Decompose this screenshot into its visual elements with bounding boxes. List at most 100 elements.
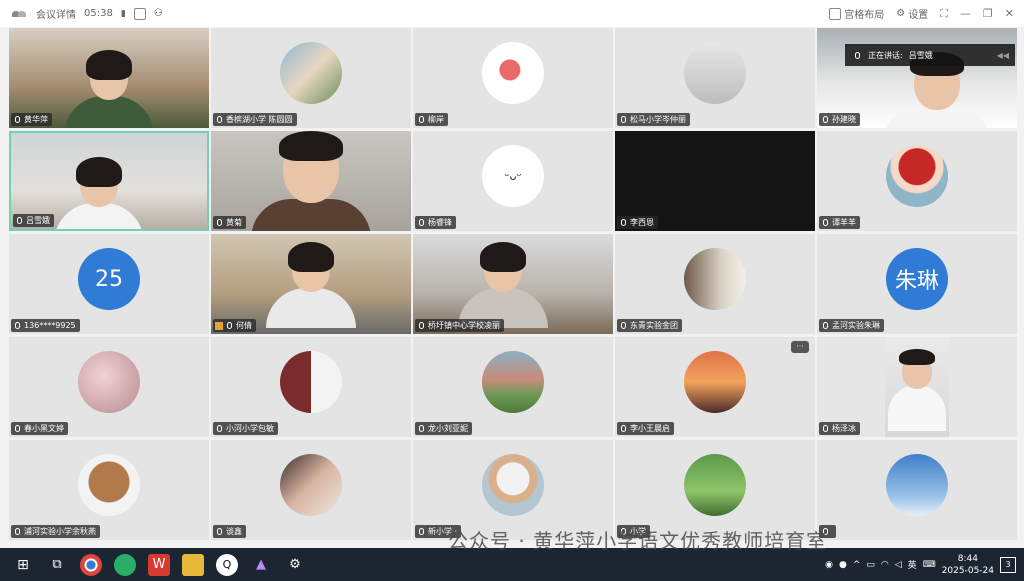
participant-tile[interactable]: 松马小学岑仲丽 (615, 28, 815, 128)
chrome-icon[interactable] (80, 553, 102, 576)
tray-wechat-icon[interactable]: ● (839, 560, 847, 570)
settings-gear-icon[interactable]: ⚙ (284, 554, 306, 576)
participant-name-tag: 黄菊 (213, 216, 246, 229)
participant-tile[interactable]: 何倩 (211, 234, 411, 334)
participant-tile[interactable]: ··· 李小王晨启 (615, 337, 815, 437)
mic-icon (15, 116, 20, 123)
wechat-icon[interactable] (114, 553, 136, 576)
avatar: 朱琳 (886, 248, 948, 311)
mic-icon (621, 425, 626, 432)
participant-tile[interactable]: 龙小刘亚妮 (413, 337, 613, 437)
tray-app-icon[interactable]: ◉ (825, 560, 833, 570)
avatar: ᵕᴗᵕ (482, 145, 544, 208)
tray-chevron-icon[interactable]: ^ (853, 560, 861, 570)
participant-name-tag: 龙小刘亚妮 (415, 422, 472, 435)
close-button[interactable]: ✕ (1005, 7, 1014, 20)
task-view-icon[interactable]: ⧉ (46, 554, 68, 576)
participant-tile[interactable]: 香槟湖小学 陈圆圆 (211, 28, 411, 128)
avatar (482, 454, 544, 517)
participant-tile[interactable]: 浦河实验小学余秋燕 (9, 440, 209, 540)
avatar (684, 42, 746, 105)
qq-icon[interactable]: Q (216, 553, 238, 576)
participant-tile[interactable]: 李西恩 (615, 131, 815, 231)
system-tray: ◉ ● ^ ▭ ◠ ◁ 英 ⌨ 8:44 2025-05-24 3 (825, 548, 1016, 581)
gear-icon: ⚙ (896, 8, 906, 19)
participant-tile[interactable] (817, 440, 1017, 540)
participant-name-tag: 杨睿锋 (415, 216, 456, 229)
participant-tile[interactable]: 柳岸 (413, 28, 613, 128)
input-method[interactable]: 英 (908, 558, 917, 571)
app-icon[interactable]: ▲ (250, 554, 272, 576)
participant-tile[interactable]: 黄华萍 (9, 28, 209, 128)
wifi-icon[interactable]: ◠ (881, 560, 889, 570)
participant-tile[interactable]: 朱琳 孟河实验朱琳 (817, 234, 1017, 334)
meeting-details-link[interactable]: 会议详情 (36, 6, 76, 21)
mic-icon (419, 322, 424, 329)
participant-name-tag: 春小黑文婷 (11, 422, 68, 435)
minimize-button[interactable]: — (960, 7, 971, 20)
participant-name-tag: 东青实验金团 (617, 319, 682, 332)
participant-tile[interactable]: 谭羊羊 (817, 131, 1017, 231)
participant-tile[interactable]: 桥圩镇中心学校凌丽 (413, 234, 613, 334)
mic-icon (419, 528, 424, 535)
wps-icon[interactable]: W (148, 553, 170, 576)
volume-icon[interactable]: ◁ (895, 560, 902, 570)
mic-icon (823, 322, 828, 329)
avatar (280, 42, 342, 105)
participant-name-tag: 谭羊羊 (819, 216, 860, 229)
participant-name-tag: 孟河实验朱琳 (819, 319, 884, 332)
clock-time: 8:44 (957, 553, 978, 564)
participant-tile[interactable]: 谈鑫 (211, 440, 411, 540)
settings-button[interactable]: ⚙ 设置 (896, 6, 928, 21)
participant-video (251, 131, 371, 231)
mic-icon (419, 425, 424, 432)
participant-tile[interactable]: 黄菊 (211, 131, 411, 231)
windows-start-icon[interactable]: ⊞ (12, 554, 34, 576)
battery-icon[interactable]: ▭ (866, 560, 875, 570)
participant-name-tag: 李西恩 (617, 216, 658, 229)
restore-button[interactable]: ❐ (983, 7, 993, 20)
avatar (280, 454, 342, 517)
avatar (684, 248, 746, 311)
grid-layout-icon (829, 7, 842, 20)
participant-name-tag: 吕雪娥 (13, 214, 54, 227)
speaker-label: 正在讲话: (868, 50, 903, 60)
mic-icon (621, 219, 626, 226)
clock-date: 2025-05-24 (941, 565, 994, 576)
participant-tile[interactable]: 小河小学包敏 (211, 337, 411, 437)
keyboard-icon[interactable]: ⌨ (923, 560, 936, 570)
participant-name-tag: 何倩 (213, 319, 256, 332)
participant-name-tag: 香槟湖小学 陈圆圆 (213, 113, 297, 126)
clock[interactable]: 8:44 2025-05-24 (942, 553, 994, 577)
meeting-timer: 05:38 (84, 8, 113, 19)
settings-label: 设置 (908, 10, 929, 21)
participant-tile-active[interactable]: 吕雪娥 (9, 131, 209, 231)
participant-tile[interactable]: 正在讲话: 吕雪娥 ◀◀ 孙建晓 (817, 28, 1017, 128)
participant-tile[interactable]: ᵕᴗᵕ 杨睿锋 (413, 131, 613, 231)
participant-tile[interactable]: 春小黑文婷 (9, 337, 209, 437)
host-badge-icon (215, 321, 223, 330)
mic-icon (17, 217, 22, 224)
mic-icon (419, 219, 424, 226)
fullscreen-icon[interactable]: ⛶ (940, 7, 948, 21)
file-explorer-icon[interactable] (182, 553, 204, 576)
mic-icon (419, 116, 424, 123)
avatar (684, 454, 746, 517)
notification-button[interactable]: 3 (1000, 556, 1016, 573)
participant-tile[interactable]: 25 136****9925 (9, 234, 209, 334)
participant-name-tag: 谈鑫 (213, 525, 246, 538)
avatar (280, 351, 342, 414)
participant-name-tag: 李小王晨启 (617, 422, 674, 435)
participant-name-tag: 松马小学岑仲丽 (617, 113, 690, 126)
layout-button[interactable]: 宫格布局 (829, 6, 884, 21)
participant-name-tag: 桥圩镇中心学校凌丽 (415, 319, 504, 332)
participant-video (54, 157, 145, 229)
network-icon[interactable]: ⚇ (154, 8, 163, 19)
participant-tile[interactable]: 杨泽冰 (817, 337, 1017, 437)
participant-tile[interactable]: 东青实验金团 (615, 234, 815, 334)
avatar (78, 454, 140, 517)
tile-more-button[interactable]: ··· (791, 341, 809, 353)
avatar (482, 42, 544, 105)
share-icon[interactable] (133, 7, 146, 20)
participant-figure (888, 349, 946, 431)
